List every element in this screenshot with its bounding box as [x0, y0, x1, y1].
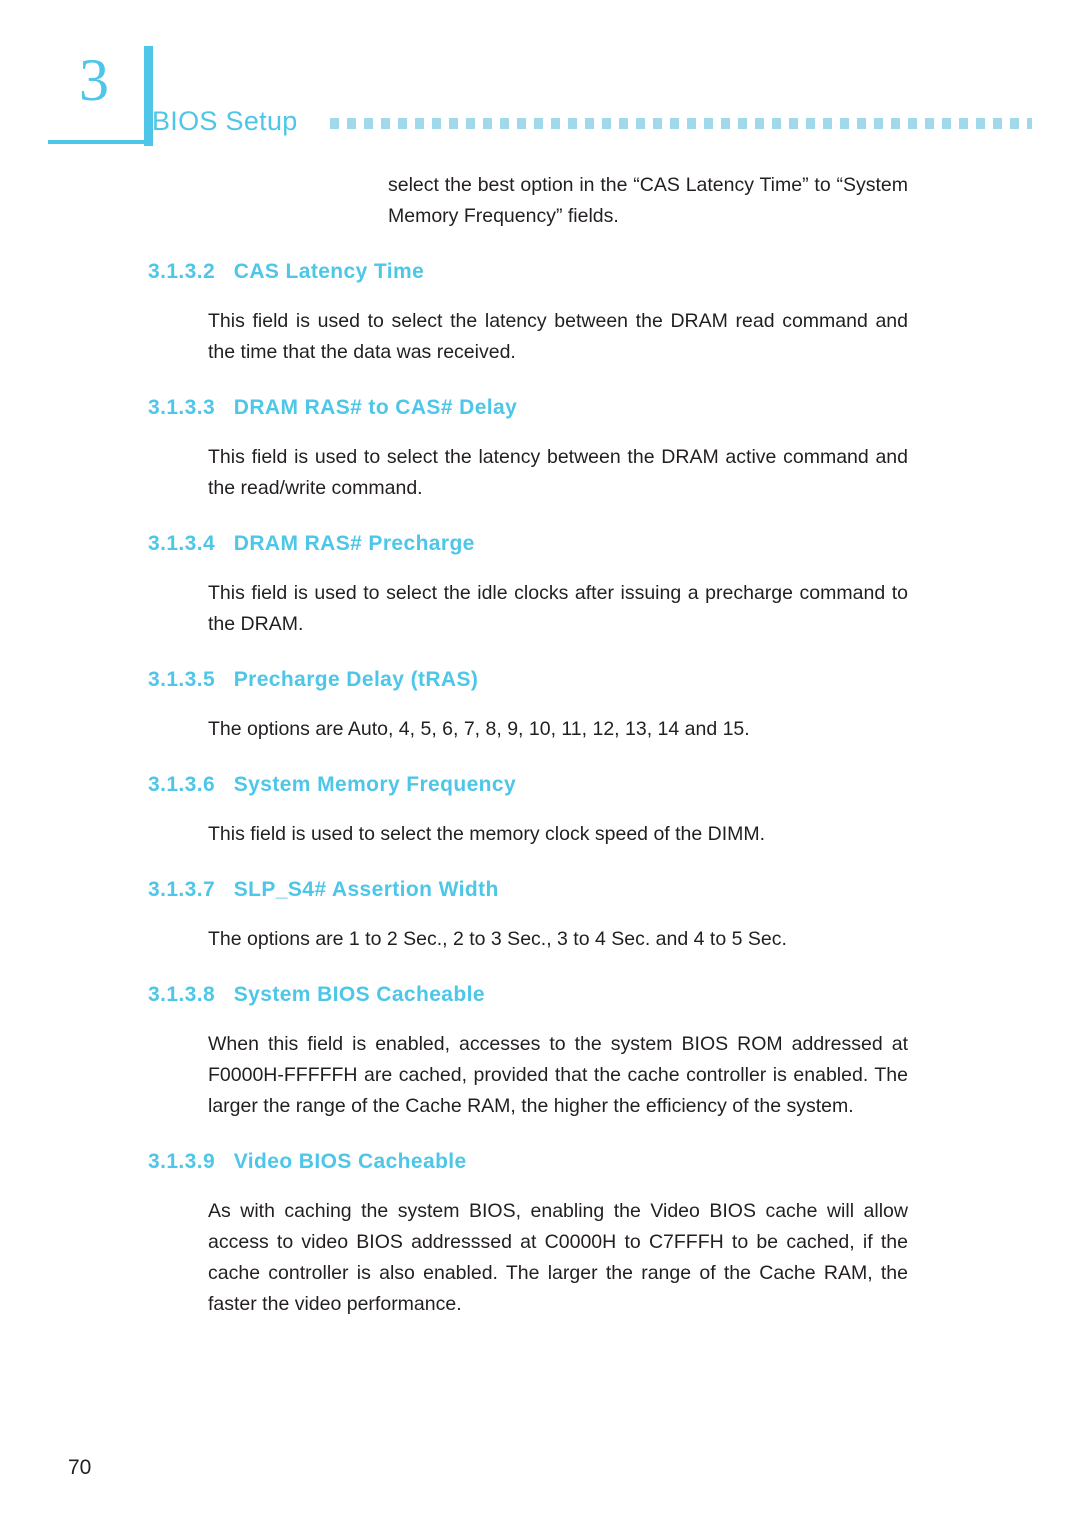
section-3-1-3-2: 3.1.3.2 CAS Latency Time This field is u…: [148, 260, 908, 368]
section-title: CAS Latency Time: [233, 260, 425, 283]
section-body: As with caching the system BIOS, enablin…: [208, 1200, 908, 1315]
section-title: System BIOS Cacheable: [233, 983, 485, 1006]
section-title: DRAM RAS# to CAS# Delay: [233, 396, 518, 419]
chapter-underline: [48, 140, 148, 144]
section-number: 3.1.3.3: [148, 396, 216, 419]
section-body: This field is used to select the idle cl…: [208, 582, 908, 635]
section-3-1-3-8: 3.1.3.8 System BIOS Cacheable When this …: [148, 983, 908, 1122]
section-body: The options are Auto, 4, 5, 6, 7, 8, 9, …: [208, 718, 750, 740]
section-3-1-3-5: 3.1.3.5 Precharge Delay (tRAS) The optio…: [148, 668, 908, 745]
section-heading: 3.1.3.9 Video BIOS Cacheable: [148, 1150, 908, 1174]
section-heading: 3.1.3.5 Precharge Delay (tRAS): [148, 668, 908, 692]
section-3-1-3-3: 3.1.3.3 DRAM RAS# to CAS# Delay This fie…: [148, 396, 908, 504]
section-number: 3.1.3.4: [148, 532, 216, 555]
section-title: Video BIOS Cacheable: [233, 1150, 467, 1173]
section-heading: 3.1.3.6 System Memory Frequency: [148, 773, 908, 797]
section-number: 3.1.3.9: [148, 1150, 216, 1173]
section-number: 3.1.3.6: [148, 773, 216, 796]
section-3-1-3-4: 3.1.3.4 DRAM RAS# Precharge This field i…: [148, 532, 908, 640]
page-title: BIOS Setup: [152, 106, 298, 136]
intro-paragraph: select the best option in the “CAS Laten…: [388, 174, 908, 227]
document-body: select the best option in the “CAS Laten…: [148, 170, 908, 1320]
section-number: 3.1.3.5: [148, 668, 216, 691]
header-dotted-rule: [330, 118, 1032, 129]
section-heading: 3.1.3.3 DRAM RAS# to CAS# Delay: [148, 396, 908, 420]
section-3-1-3-7: 3.1.3.7 SLP_S4# Assertion Width The opti…: [148, 878, 908, 955]
section-heading: 3.1.3.8 System BIOS Cacheable: [148, 983, 908, 1007]
section-title: System Memory Frequency: [233, 773, 517, 796]
section-heading: 3.1.3.7 SLP_S4# Assertion Width: [148, 878, 908, 902]
chapter-number: 3: [79, 47, 109, 113]
page-header: 3 BIOS Setup: [48, 40, 1032, 150]
section-number: 3.1.3.2: [148, 260, 216, 283]
section-title: SLP_S4# Assertion Width: [233, 878, 499, 901]
section-body: The options are 1 to 2 Sec., 2 to 3 Sec.…: [208, 928, 787, 950]
section-body: When this field is enabled, accesses to …: [208, 1033, 908, 1117]
section-3-1-3-9: 3.1.3.9 Video BIOS Cacheable As with cac…: [148, 1150, 908, 1320]
section-heading: 3.1.3.2 CAS Latency Time: [148, 260, 908, 284]
page-number: 70: [68, 1456, 92, 1479]
section-body: This field is used to select the memory …: [208, 823, 766, 845]
section-number: 3.1.3.7: [148, 878, 216, 901]
section-3-1-3-6: 3.1.3.6 System Memory Frequency This fie…: [148, 773, 908, 850]
section-title: DRAM RAS# Precharge: [233, 532, 475, 555]
section-heading: 3.1.3.4 DRAM RAS# Precharge: [148, 532, 908, 556]
section-number: 3.1.3.8: [148, 983, 216, 1006]
section-body: This field is used to select the latency…: [208, 310, 908, 363]
section-body: This field is used to select the latency…: [208, 446, 908, 499]
section-title: Precharge Delay (tRAS): [233, 668, 479, 691]
